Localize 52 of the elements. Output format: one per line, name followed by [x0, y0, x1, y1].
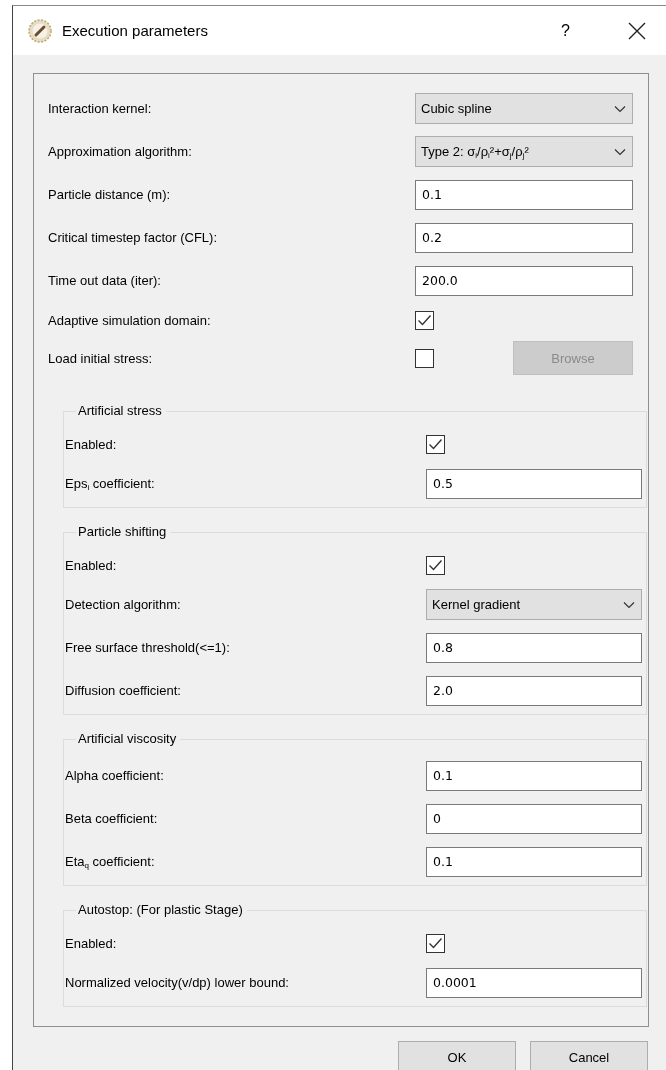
group-title: Particle shifting — [76, 524, 171, 540]
text-field[interactable]: 0.0001 — [426, 967, 642, 998]
window-title: Execution parameters — [62, 22, 209, 39]
help-button[interactable]: ? — [561, 21, 570, 40]
checkbox[interactable] — [426, 434, 445, 454]
check-icon — [428, 936, 443, 950]
text-field[interactable]: 0.2 — [415, 222, 633, 253]
field-label: Approximation algorithm: — [48, 144, 192, 159]
field-label: Critical timestep factor (CFL): — [48, 230, 218, 245]
check-icon — [428, 558, 443, 572]
field-label: Alpha coefficient: — [65, 768, 164, 783]
field-label: Enabled: — [65, 557, 117, 573]
text-field[interactable]: 0 — [426, 803, 642, 834]
field-label: Detection algorithm: — [65, 597, 181, 612]
text-field[interactable]: 0.8 — [426, 632, 642, 663]
dialog-button[interactable]: Cancel — [530, 1041, 648, 1070]
chevron-down-icon — [614, 147, 626, 156]
checkbox[interactable] — [426, 933, 445, 953]
checkbox[interactable] — [415, 348, 434, 368]
chevron-down-icon — [623, 600, 635, 609]
app-logo-icon — [28, 18, 52, 43]
text-field[interactable]: 200.0 — [415, 265, 633, 296]
checkbox[interactable] — [426, 555, 445, 575]
text-field[interactable]: 0.5 — [426, 468, 642, 499]
group-title: Autostop: (For plastic Stage) — [76, 902, 247, 918]
dropdown[interactable]: Kernel gradient — [426, 589, 642, 620]
field-label: Particle distance (m): — [48, 187, 171, 202]
field-label: Time out data (iter): — [48, 273, 161, 288]
field-label: Enabled: — [65, 436, 117, 452]
check-icon — [417, 313, 432, 327]
field-label: Eta$_{q}$ coefficient: — [65, 854, 155, 869]
dialog-button[interactable]: OK — [398, 1041, 516, 1070]
text-field[interactable]: 0.1 — [415, 179, 633, 210]
field-label: Normalized velocity(v/dp) lower bound: — [65, 975, 289, 990]
close-icon[interactable] — [628, 21, 646, 40]
field-label: Free surface threshold(<=1): — [65, 640, 230, 655]
field-label: Enabled: — [65, 935, 117, 951]
field-label: Eps$_{i}$ coefficient: — [65, 476, 155, 491]
field-label: Interaction kernel: — [48, 101, 152, 116]
group-title: Artificial viscosity — [76, 731, 181, 747]
field-label: Beta coefficient: — [65, 811, 158, 826]
text-field[interactable]: 2.0 — [426, 675, 642, 706]
field-label: Diffusion coefficient: — [65, 683, 181, 698]
dropdown[interactable]: Type 2: σ$_{i}$/ρ$_{i}$²+σ$_{j}$/ρ$_{j}$² — [415, 136, 633, 167]
chevron-down-icon — [614, 104, 626, 113]
field-label: Adaptive simulation domain: — [48, 312, 211, 328]
text-field[interactable]: 0.1 — [426, 760, 642, 791]
check-icon — [428, 437, 443, 451]
checkbox[interactable] — [415, 310, 434, 330]
text-field[interactable]: 0.1 — [426, 846, 642, 877]
dropdown[interactable]: Cubic spline — [415, 93, 633, 124]
field-label: Load initial stress: — [48, 350, 153, 366]
